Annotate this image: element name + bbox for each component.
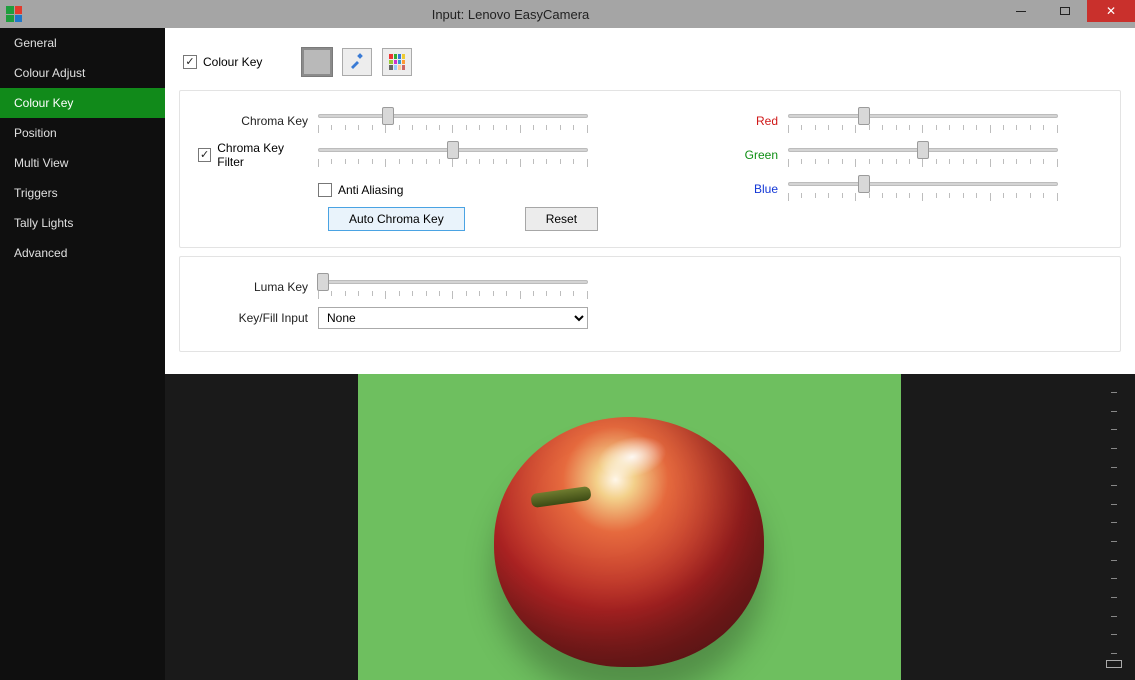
preview-area — [165, 374, 1135, 680]
sidebar: General Colour Adjust Colour Key Positio… — [0, 28, 165, 680]
chroma-key-filter-label: Chroma Key Filter — [217, 141, 308, 169]
sidebar-item-colour-key[interactable]: Colour Key — [0, 88, 165, 118]
sidebar-item-label: General — [14, 36, 57, 50]
sidebar-item-position[interactable]: Position — [0, 118, 165, 148]
sidebar-item-label: Position — [14, 126, 57, 140]
chroma-key-filter-enable[interactable]: Chroma Key Filter — [198, 141, 318, 169]
checkbox-icon — [318, 183, 332, 197]
maximize-button[interactable] — [1043, 0, 1087, 22]
volume-slider[interactable] — [1093, 374, 1135, 680]
palette-button[interactable] — [382, 48, 412, 76]
luma-key-label: Luma Key — [198, 280, 318, 294]
colour-key-enable[interactable]: Colour Key — [183, 55, 262, 69]
window-controls: ✕ — [999, 0, 1135, 28]
eyedropper-icon — [349, 53, 365, 72]
volume-slider-thumb[interactable] — [1106, 660, 1122, 668]
sidebar-item-label: Colour Adjust — [14, 66, 85, 80]
chroma-key-slider[interactable] — [318, 107, 588, 135]
sidebar-item-label: Triggers — [14, 186, 58, 200]
sidebar-item-label: Advanced — [14, 246, 67, 260]
anti-aliasing-enable[interactable]: Anti Aliasing — [318, 183, 403, 197]
sidebar-item-label: Colour Key — [14, 96, 73, 110]
minimize-button[interactable] — [999, 0, 1043, 22]
colour-key-enable-label: Colour Key — [203, 55, 262, 69]
sidebar-item-label: Multi View — [14, 156, 68, 170]
key-fill-input-label: Key/Fill Input — [198, 311, 318, 325]
checkbox-icon — [183, 55, 197, 69]
titlebar: Input: Lenovo EasyCamera ✕ — [0, 0, 1135, 28]
window-title: Input: Lenovo EasyCamera — [22, 7, 999, 22]
red-slider[interactable] — [788, 107, 1058, 135]
sidebar-item-multi-view[interactable]: Multi View — [0, 148, 165, 178]
green-label: Green — [668, 148, 788, 162]
green-slider[interactable] — [788, 141, 1058, 169]
palette-icon — [389, 54, 405, 70]
sidebar-item-triggers[interactable]: Triggers — [0, 178, 165, 208]
blue-slider[interactable] — [788, 175, 1058, 203]
app-logo-icon — [6, 6, 22, 22]
auto-chroma-key-button[interactable]: Auto Chroma Key — [328, 207, 465, 231]
checkbox-icon — [198, 148, 211, 162]
sidebar-item-colour-adjust[interactable]: Colour Adjust — [0, 58, 165, 88]
sidebar-item-advanced[interactable]: Advanced — [0, 238, 165, 268]
key-colour-swatch[interactable] — [302, 48, 332, 76]
close-button[interactable]: ✕ — [1087, 0, 1135, 22]
key-fill-input-select[interactable]: None — [318, 307, 588, 329]
video-preview — [358, 374, 901, 680]
chroma-key-filter-slider[interactable] — [318, 141, 588, 169]
eyedropper-button[interactable] — [342, 48, 372, 76]
sidebar-item-tally-lights[interactable]: Tally Lights — [0, 208, 165, 238]
blue-label: Blue — [668, 182, 788, 196]
chroma-key-label: Chroma Key — [198, 114, 318, 128]
apple-image — [494, 417, 764, 667]
anti-aliasing-label: Anti Aliasing — [338, 183, 403, 197]
red-label: Red — [668, 114, 788, 128]
sidebar-item-general[interactable]: General — [0, 28, 165, 58]
sidebar-item-label: Tally Lights — [14, 216, 73, 230]
reset-button[interactable]: Reset — [525, 207, 598, 231]
luma-key-slider[interactable] — [318, 273, 588, 301]
